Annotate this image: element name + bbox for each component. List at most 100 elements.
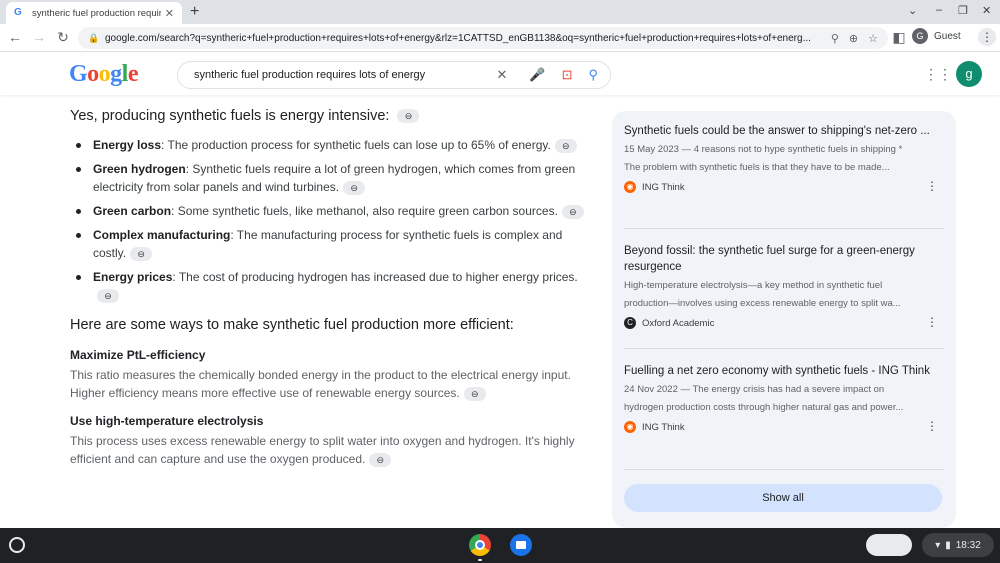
source-site: C Oxford Academic	[624, 317, 944, 329]
point-text: : The production process for synthetic f…	[161, 138, 551, 152]
link-chip-icon[interactable]: ⊖	[97, 288, 119, 303]
ai-overview: Yes, producing synthetic fuels is energy…	[70, 100, 590, 528]
new-tab-button[interactable]: +	[190, 3, 199, 21]
clear-search-icon[interactable]: ✕	[496, 67, 507, 83]
section-body: This process uses excess renewable energ…	[70, 432, 590, 468]
point-text: : Some synthetic fuels, like methanol, a…	[171, 204, 558, 218]
close-window-icon[interactable]: ✕	[982, 4, 991, 17]
voice-search-icon[interactable]: 🎤	[529, 67, 545, 83]
divider	[624, 469, 944, 470]
reload-icon[interactable]: ↻	[54, 29, 72, 46]
os-shelf: ▾ ▮ 18:32	[0, 528, 1000, 563]
zoom-icon[interactable]: ⊕	[849, 32, 858, 45]
link-chip-icon[interactable]: ⊖	[554, 138, 577, 153]
oxford-academic-icon: C	[624, 317, 636, 329]
efficiency-section: Use high-temperature electrolysis This p…	[70, 412, 590, 468]
logo-letter: G	[69, 61, 88, 87]
launcher-icon[interactable]	[9, 537, 25, 553]
tab-search-icon[interactable]: ⌄	[908, 4, 917, 17]
phone-hub-icon[interactable]	[866, 534, 912, 556]
search-box[interactable]: syntheric fuel production requires lots …	[177, 61, 611, 89]
battery-icon: ▮	[945, 539, 951, 551]
bookmark-star-icon[interactable]: ☆	[868, 32, 878, 45]
link-chip-icon[interactable]: ⊖	[130, 246, 153, 261]
source-name: ING Think	[642, 181, 685, 193]
ing-lion-icon: ◉	[624, 421, 636, 433]
location-icon[interactable]: ⚲	[831, 32, 839, 45]
files-app-icon[interactable]	[510, 534, 532, 556]
logo-letter: e	[127, 61, 139, 87]
link-chip-icon[interactable]: ⊖	[343, 180, 366, 195]
restore-icon[interactable]: ❐	[958, 4, 968, 17]
energy-point: Energy prices: The cost of producing hyd…	[70, 268, 590, 304]
source-snippet: hydrogen production costs through higher…	[624, 402, 904, 413]
source-title[interactable]: Fuelling a net zero economy with synthet…	[624, 363, 944, 379]
point-text: : The cost of producing hydrogen has inc…	[172, 270, 578, 284]
browser-tab[interactable]: G syntheric fuel production require ✕	[6, 2, 182, 24]
energy-points-list: Energy loss: The production process for …	[70, 136, 590, 304]
source-snippet: production—involves using excess renewab…	[624, 298, 901, 309]
side-panel-icon[interactable]: ◧	[890, 29, 908, 46]
divider	[624, 348, 944, 349]
point-term: Green hydrogen	[93, 162, 186, 176]
energy-point: Green hydrogen: Synthetic fuels require …	[70, 160, 590, 196]
more-options-icon[interactable]: ⋮	[926, 419, 938, 433]
url-text: google.com/search?q=syntheric+fuel+produ…	[105, 32, 811, 44]
point-term: Complex manufacturing	[93, 228, 231, 242]
answer-intro-text: Yes, producing synthetic fuels is energy…	[70, 108, 390, 124]
address-bar[interactable]: 🔒 google.com/search?q=syntheric+fuel+pro…	[78, 27, 888, 49]
browser-menu-icon[interactable]: ⋮	[978, 28, 996, 46]
source-card[interactable]: Synthetic fuels could be the answer to s…	[624, 123, 944, 193]
browser-toolbar: ← → ↻ 🔒 google.com/search?q=syntheric+fu…	[0, 24, 1000, 52]
profile-button[interactable]: G Guest	[912, 28, 961, 44]
section-body: This ratio measures the chemically bonde…	[70, 366, 590, 402]
source-title[interactable]: Beyond fossil: the synthetic fuel surge …	[624, 243, 944, 275]
google-logo[interactable]: Google	[69, 61, 139, 88]
tab-title: syntheric fuel production require	[32, 7, 161, 19]
show-all-button[interactable]: Show all	[624, 484, 942, 512]
link-chip-icon[interactable]: ⊖	[463, 386, 486, 401]
section-title: Use high-temperature electrolysis	[70, 414, 264, 428]
logo-letter: g	[110, 61, 122, 87]
source-snippet: The problem with synthetic fuels is that…	[624, 162, 890, 173]
section-title: Maximize PtL-efficiency	[70, 348, 206, 362]
link-chip-icon[interactable]: ⊖	[561, 204, 584, 219]
more-options-icon[interactable]: ⋮	[926, 315, 938, 329]
energy-point: Complex manufacturing: The manufacturing…	[70, 226, 590, 262]
lens-search-icon[interactable]: ⊡	[562, 67, 573, 83]
energy-point: Energy loss: The production process for …	[70, 136, 590, 154]
account-avatar[interactable]: g	[956, 61, 982, 87]
google-favicon-icon: G	[14, 7, 22, 18]
link-chip-icon[interactable]: ⊖	[369, 452, 392, 467]
link-chip-icon[interactable]: ⊖	[397, 109, 420, 124]
minimize-icon[interactable]: –	[936, 4, 942, 16]
search-icon[interactable]: ⚲	[588, 67, 598, 83]
point-term: Energy loss	[93, 138, 162, 152]
source-name: ING Think	[642, 421, 685, 433]
source-snippet: 15 May 2023 — 4 reasons not to hype synt…	[624, 144, 903, 155]
ing-lion-icon: ◉	[624, 181, 636, 193]
tab-strip: G syntheric fuel production require ✕ + …	[0, 0, 1000, 24]
source-card[interactable]: Fuelling a net zero economy with synthet…	[624, 363, 944, 433]
back-icon[interactable]: ←	[6, 29, 24, 45]
more-options-icon[interactable]: ⋮	[926, 179, 938, 193]
point-term: Green carbon	[93, 204, 172, 218]
section-body-text: This process uses excess renewable energ…	[70, 434, 575, 466]
source-snippet: High-temperature electrolysis—a key meth…	[624, 280, 883, 291]
site-info-icon[interactable]: 🔒	[88, 33, 99, 43]
profile-label: Guest	[934, 30, 961, 42]
status-tray[interactable]: ▾ ▮ 18:32	[922, 533, 994, 557]
search-query[interactable]: syntheric fuel production requires lots …	[194, 69, 480, 81]
running-indicator	[478, 559, 482, 561]
source-card[interactable]: Beyond fossil: the synthetic fuel surge …	[624, 243, 944, 329]
chrome-app-icon[interactable]	[469, 534, 491, 556]
close-tab-icon[interactable]: ✕	[165, 7, 174, 20]
forward-icon[interactable]: →	[30, 29, 48, 45]
logo-letter: o	[98, 61, 111, 87]
source-name: Oxford Academic	[642, 317, 715, 329]
energy-point: Green carbon: Some synthetic fuels, like…	[70, 202, 590, 220]
efficiency-heading: Here are some ways to make synthetic fue…	[70, 317, 514, 333]
source-title[interactable]: Synthetic fuels could be the answer to s…	[624, 123, 944, 139]
efficiency-section: Maximize PtL-efficiency This ratio measu…	[70, 346, 590, 402]
sources-panel: Synthetic fuels could be the answer to s…	[612, 111, 956, 528]
